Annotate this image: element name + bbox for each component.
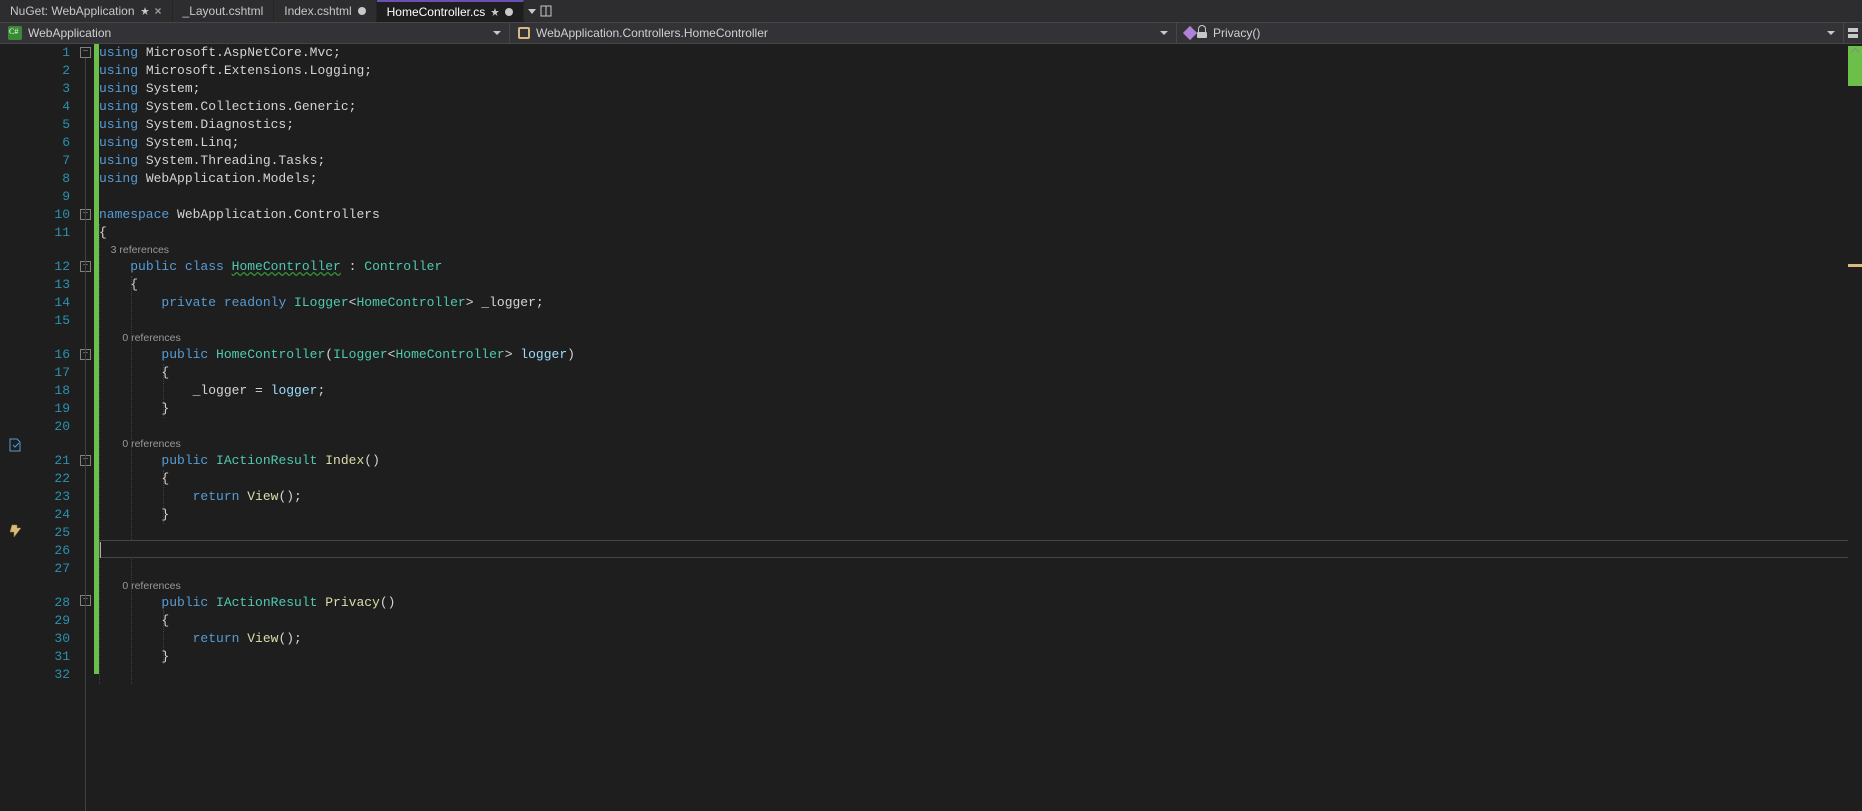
tab-nuget[interactable]: NuGet: WebApplication × xyxy=(0,0,173,22)
line-number: 14 xyxy=(32,294,70,312)
line-number: 27 xyxy=(32,560,70,578)
line-number: 24 xyxy=(32,506,70,524)
code-editor[interactable]: 1 2 3 4 5 6 7 8 9 10 11 12 13 14 15 16 1… xyxy=(0,44,1862,811)
line-number: 6 xyxy=(32,134,70,152)
line-number: 11 xyxy=(32,224,70,242)
vertical-scrollbar[interactable] xyxy=(1848,44,1862,811)
line-number: 30 xyxy=(32,630,70,648)
tab-overflow[interactable] xyxy=(524,0,556,22)
line-number xyxy=(32,436,70,452)
glyph-margin[interactable] xyxy=(0,44,32,811)
line-number: 29 xyxy=(32,612,70,630)
line-number: 28 xyxy=(32,594,70,612)
line-number xyxy=(32,242,70,258)
line-number: 21 xyxy=(32,452,70,470)
line-number xyxy=(32,330,70,346)
codelens-references[interactable]: 0 references xyxy=(99,578,1862,594)
pin-icon xyxy=(141,7,149,15)
line-number: 12 xyxy=(32,258,70,276)
line-number: 10 xyxy=(32,206,70,224)
class-icon xyxy=(518,27,530,39)
overview-warning-marker xyxy=(1848,264,1862,267)
nav-project-label: WebApplication xyxy=(28,26,111,40)
line-number: 4 xyxy=(32,98,70,116)
line-number xyxy=(32,578,70,594)
chevron-down-icon xyxy=(493,31,501,35)
lock-icon xyxy=(1197,28,1207,38)
chevron-down-icon xyxy=(1827,31,1835,35)
line-number: 15 xyxy=(32,312,70,330)
csharp-project-icon xyxy=(8,26,22,40)
tab-label: Index.cshtml xyxy=(284,4,351,18)
nav-class-dropdown[interactable]: WebApplication.Controllers.HomeControlle… xyxy=(510,23,1177,43)
line-number: 2 xyxy=(32,62,70,80)
codelens-references[interactable]: 0 references xyxy=(99,330,1862,346)
chevron-down-icon xyxy=(1160,31,1168,35)
method-icon xyxy=(1183,26,1197,40)
pin-icon xyxy=(491,8,499,16)
line-number-gutter[interactable]: 1 2 3 4 5 6 7 8 9 10 11 12 13 14 15 16 1… xyxy=(32,44,78,811)
nav-member-label: Privacy() xyxy=(1213,26,1260,40)
tab-label: _Layout.cshtml xyxy=(183,4,264,18)
quick-actions-icon[interactable] xyxy=(6,522,24,540)
line-number: 3 xyxy=(32,80,70,98)
tab-homecontroller-cs[interactable]: HomeController.cs xyxy=(377,0,525,22)
line-number: 23 xyxy=(32,488,70,506)
line-number: 16 xyxy=(32,346,70,364)
close-icon[interactable]: × xyxy=(155,4,162,18)
tab-label: HomeController.cs xyxy=(387,5,486,19)
navigation-bar: WebApplication WebApplication.Controller… xyxy=(0,22,1862,44)
window-split-icon[interactable] xyxy=(540,5,552,17)
line-number: 31 xyxy=(32,648,70,666)
line-number: 26 xyxy=(32,542,70,560)
codelens-references[interactable]: 3 references xyxy=(99,242,1862,258)
line-number: 17 xyxy=(32,364,70,382)
track-changes-icon[interactable] xyxy=(6,436,24,454)
unsaved-indicator-icon xyxy=(358,7,366,15)
line-number: 13 xyxy=(32,276,70,294)
line-number: 19 xyxy=(32,400,70,418)
scroll-up-icon[interactable] xyxy=(1850,46,1860,56)
line-number: 18 xyxy=(32,382,70,400)
line-number: 7 xyxy=(32,152,70,170)
line-number: 22 xyxy=(32,470,70,488)
tab-layout-cshtml[interactable]: _Layout.cshtml xyxy=(173,0,275,22)
line-number: 8 xyxy=(32,170,70,188)
line-number: 9 xyxy=(32,188,70,206)
tab-index-cshtml[interactable]: Index.cshtml xyxy=(274,0,376,22)
fold-toggle[interactable]: − xyxy=(80,47,91,58)
split-icon xyxy=(1848,28,1858,38)
line-number: 1 xyxy=(32,44,70,62)
unsaved-indicator-icon xyxy=(505,8,513,16)
line-number: 5 xyxy=(32,116,70,134)
nav-class-label: WebApplication.Controllers.HomeControlle… xyxy=(536,26,768,40)
chevron-down-icon xyxy=(528,9,536,14)
line-number: 32 xyxy=(32,666,70,684)
nav-member-dropdown[interactable]: Privacy() xyxy=(1177,23,1844,43)
line-number: 25 xyxy=(32,524,70,542)
code-content[interactable]: using Microsoft.AspNetCore.Mvc; using Mi… xyxy=(99,44,1862,811)
nav-split-button[interactable] xyxy=(1844,23,1862,43)
document-tab-bar: NuGet: WebApplication × _Layout.cshtml I… xyxy=(0,0,1862,22)
tab-label: NuGet: WebApplication xyxy=(10,4,135,18)
line-number: 20 xyxy=(32,418,70,436)
nav-project-dropdown[interactable]: WebApplication xyxy=(0,23,510,43)
codelens-references[interactable]: 0 references xyxy=(99,436,1862,452)
outlining-margin[interactable]: − − − − − − xyxy=(78,44,94,811)
